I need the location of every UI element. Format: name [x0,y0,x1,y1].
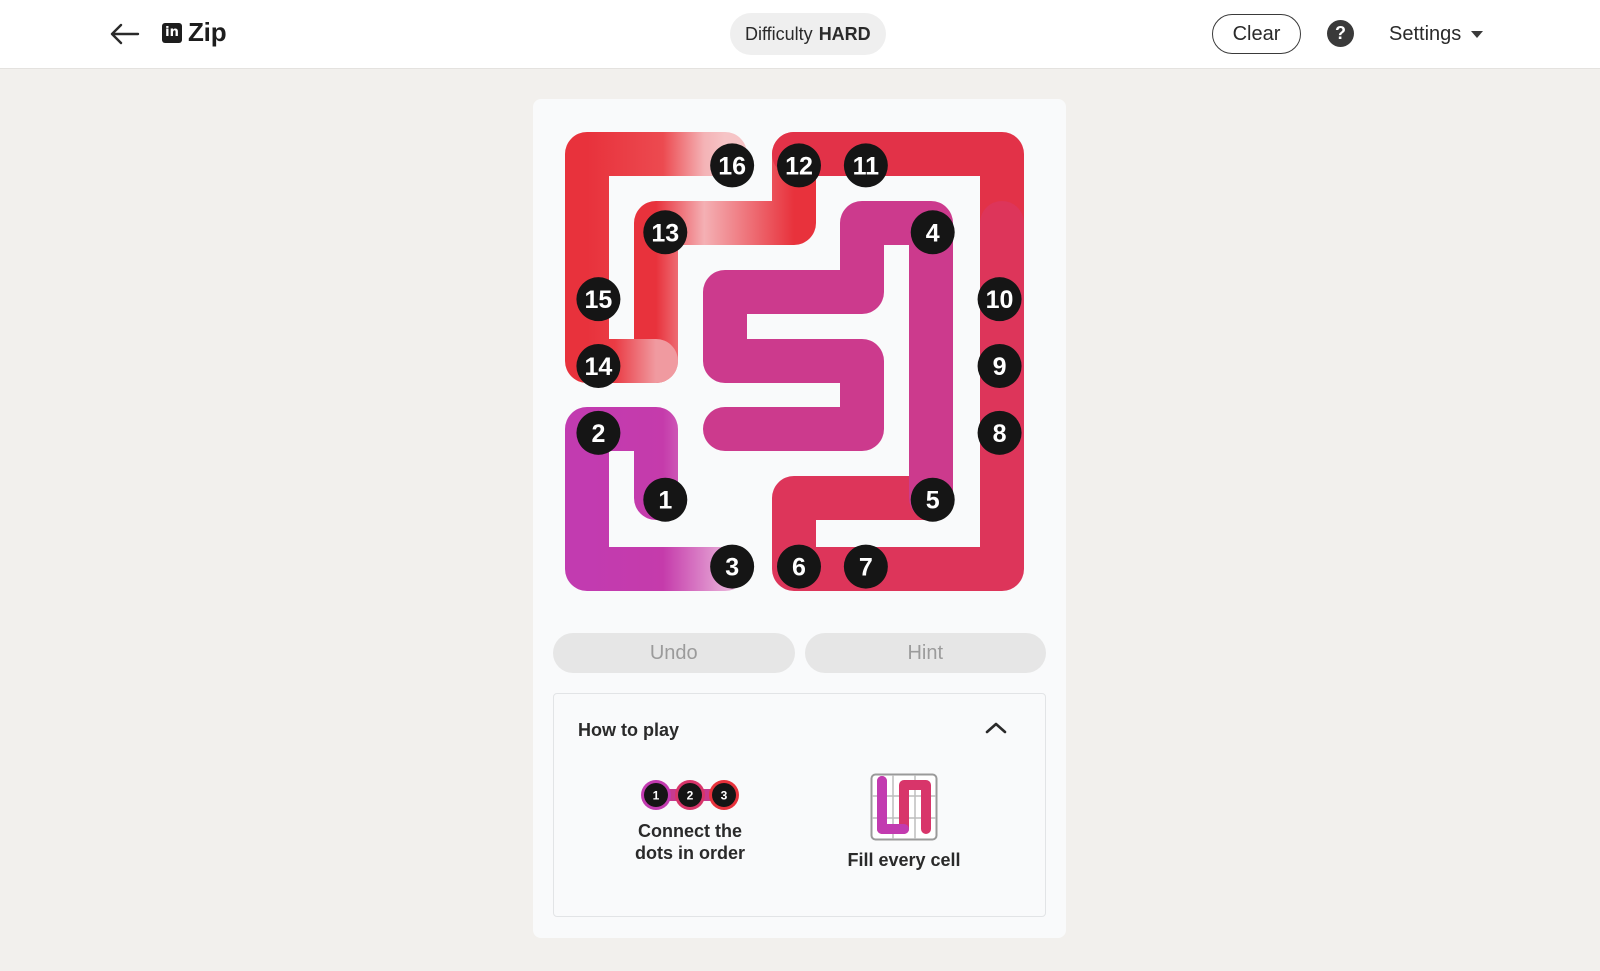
hint-button[interactable]: Hint [804,633,1046,673]
back-arrow-icon[interactable] [108,18,142,50]
tip-connect-text-line1: Connect the [637,821,742,841]
node-label: 11 [853,152,880,180]
node-label: 12 [785,152,813,180]
node-label: 14 [585,353,613,381]
difficulty-badge: Difficulty HARD [730,13,886,55]
board-node-4[interactable]: 4 [910,210,955,255]
node-label: 9 [993,353,1007,381]
tip-fill-cells: Fill every cell [829,773,979,871]
node-label: 2 [591,420,605,448]
board-node-16[interactable]: 16 [710,143,755,188]
board-node-12[interactable]: 12 [777,143,821,188]
board-node-15[interactable]: 15 [576,277,621,322]
difficulty-value: HARD [818,23,871,44]
fill-grid-icon [870,773,938,841]
node-label: 6 [792,554,806,582]
undo-button[interactable]: Undo [553,633,795,673]
game-title: Zip [188,17,227,47]
board-node-1[interactable]: 1 [643,477,688,522]
board-node-14[interactable]: 14 [576,344,621,388]
game-panel: 1 2 3 4 5 6 7 8 9 10 11 12 13 14 15 16 Undo Hint How to… [533,99,1066,938]
node-label: 4 [926,219,940,247]
linkedin-logo-icon: in [162,22,182,43]
tip-connect-dots: 1 2 3 Connect the dots in order [610,778,770,864]
tip-dot-1: 1 [653,789,660,803]
node-label: 8 [993,420,1007,448]
node-label: 10 [986,286,1014,314]
path-segment-magenta [703,201,953,520]
connect-dots-icon: 1 2 3 [641,780,739,810]
board-node-8[interactable]: 8 [977,410,1022,455]
tip-connect-text-line2: dots in order [634,843,745,863]
node-label: 16 [718,152,746,180]
settings-label: Settings [1389,22,1462,45]
board-node-13[interactable]: 13 [643,210,688,255]
board-node-11[interactable]: 11 [843,143,888,188]
chevron-up-icon[interactable] [982,716,1010,740]
node-label: 7 [859,554,873,582]
game-brand: in Zip [162,17,227,48]
node-label: 1 [658,487,672,515]
settings-menu-button[interactable]: Settings [1389,19,1484,49]
how-to-play-section: How to play 1 2 3 Connect the dots in or… [553,693,1046,917]
board-node-5[interactable]: 5 [910,477,955,522]
node-label: 3 [725,554,739,582]
node-label: 5 [926,487,940,515]
board-node-2[interactable]: 2 [576,410,621,455]
tip-dot-2: 2 [687,789,694,803]
action-buttons: Undo Hint [553,633,1046,673]
node-label: 13 [651,219,679,247]
node-label: 15 [585,286,613,314]
zip-board[interactable]: 123456 78910111213141516 [565,132,1033,600]
tip-dot-3: 3 [721,789,728,803]
help-icon[interactable]: ? [1327,20,1354,47]
board-node-10[interactable]: 10 [977,277,1022,322]
board-node-9[interactable]: 9 [977,344,1022,388]
board-node-6[interactable]: 6 [777,544,821,589]
tip-fill-text: Fill every cell [847,850,961,870]
board-node-3[interactable]: 3 [710,544,755,589]
board-node-7[interactable]: 7 [843,544,888,589]
chevron-down-icon [1471,30,1484,38]
difficulty-label: Difficulty [745,23,813,44]
how-to-play-title[interactable]: How to play [578,720,679,741]
top-bar: in Zip Difficulty HARD Clear ? Settings [0,0,1600,69]
clear-button[interactable]: Clear [1212,14,1301,54]
